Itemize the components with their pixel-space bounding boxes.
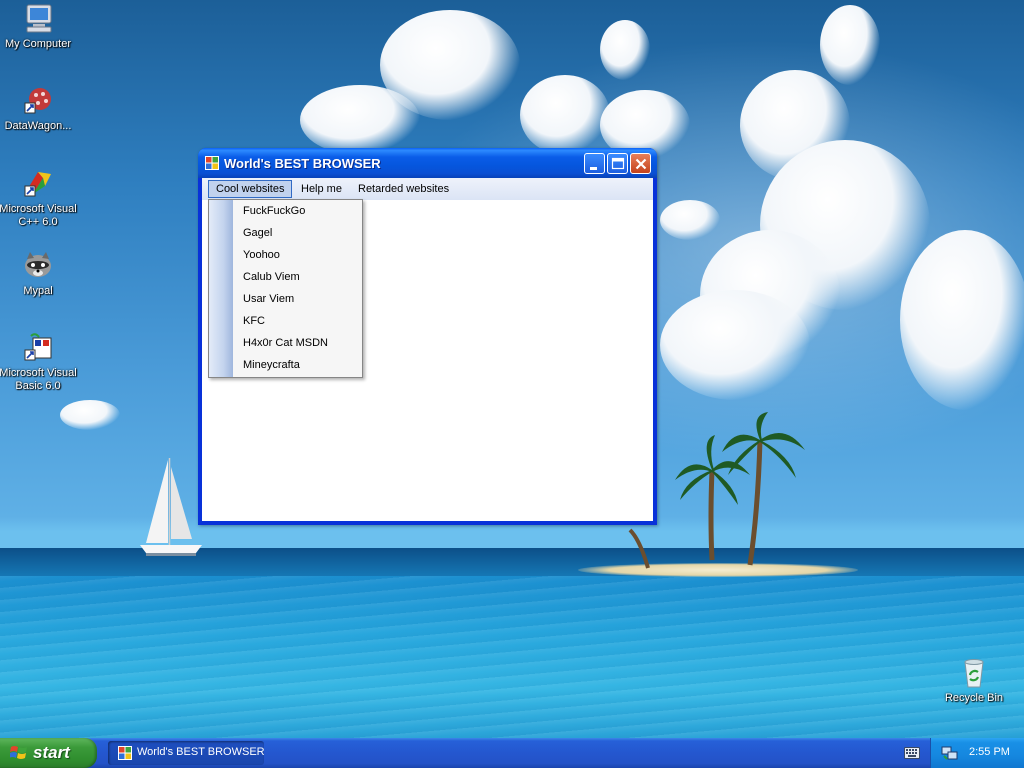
visual-cpp-icon bbox=[24, 172, 51, 197]
window-title: World's BEST BROWSER bbox=[224, 156, 381, 171]
cool-websites-dropdown: FuckFuckGo Gagel Yoohoo Calub Viem Usar … bbox=[208, 199, 363, 378]
cloud bbox=[520, 75, 610, 155]
menu-bar: Cool websites Help me Retarded websites bbox=[202, 178, 653, 200]
menu-label: Cool websites bbox=[216, 183, 285, 195]
computer-icon bbox=[26, 4, 52, 33]
desktop-icon-label: Microsoft Visual C++ 6.0 bbox=[0, 203, 77, 228]
raccoon-icon bbox=[25, 252, 51, 277]
minimize-icon bbox=[590, 167, 597, 170]
cloud bbox=[660, 290, 810, 400]
desktop-icon-label: DataWagon... bbox=[4, 120, 72, 132]
desktop-icon-label: Microsoft Visual Basic 6.0 bbox=[0, 367, 77, 392]
cloud bbox=[60, 400, 120, 430]
dropdown-item-fuckfuckgo[interactable]: FuckFuckGo bbox=[243, 200, 305, 222]
dropdown-item-calub-viem[interactable]: Calub Viem bbox=[243, 266, 300, 288]
desktop-icon-recycle-bin[interactable]: Recycle Bin bbox=[932, 657, 1016, 705]
desktop-icon-visual-cpp[interactable]: Microsoft Visual C++ 6.0 bbox=[0, 168, 80, 229]
menu-label: Retarded websites bbox=[358, 183, 450, 195]
globe-icon bbox=[24, 88, 51, 114]
visual-basic-icon bbox=[24, 333, 52, 361]
cloud bbox=[820, 5, 880, 85]
dropdown-image-margin bbox=[209, 200, 233, 377]
cloud bbox=[600, 20, 650, 80]
cloud bbox=[300, 85, 420, 155]
start-button[interactable]: start bbox=[0, 738, 97, 768]
maximize-icon bbox=[611, 157, 625, 170]
menu-label: Help me bbox=[301, 183, 342, 195]
desktop-icon-mypal[interactable]: Mypal bbox=[0, 250, 80, 298]
desktop-icon-label: Recycle Bin bbox=[944, 692, 1004, 704]
desktop-icon-label: My Computer bbox=[4, 38, 72, 50]
dropdown-item-mineycrafta[interactable]: Mineycrafta bbox=[243, 354, 300, 376]
dropdown-item-h4x0r-cat-msdn[interactable]: H4x0r Cat MSDN bbox=[243, 332, 328, 354]
recycle-bin-icon bbox=[964, 659, 984, 688]
minimize-button[interactable] bbox=[584, 153, 605, 174]
sea bbox=[0, 576, 1024, 738]
desktop-icon-visual-basic[interactable]: Microsoft Visual Basic 6.0 bbox=[0, 332, 80, 393]
start-label: start bbox=[33, 743, 70, 762]
dropdown-item-kfc[interactable]: KFC bbox=[243, 310, 265, 332]
desktop-icon-label: Mypal bbox=[23, 285, 53, 297]
windows-logo-icon bbox=[10, 746, 27, 759]
menu-cool-websites[interactable]: Cool websites bbox=[208, 180, 293, 198]
taskbar-app-worlds-best-browser[interactable]: World's BEST BROWSER bbox=[108, 741, 265, 765]
clock[interactable]: 2:55 PM bbox=[969, 746, 1010, 758]
cloud bbox=[900, 230, 1024, 410]
desktop-icon-datawagon[interactable]: DataWagon... bbox=[0, 85, 80, 133]
taskbar: start World's BEST BROWSER 2:55 PM bbox=[0, 738, 1024, 768]
keyboard-icon[interactable] bbox=[904, 747, 920, 759]
menu-help-me[interactable]: Help me bbox=[294, 180, 349, 198]
cloud bbox=[660, 200, 720, 240]
maximize-button[interactable] bbox=[607, 153, 628, 174]
dropdown-item-yoohoo[interactable]: Yoohoo bbox=[243, 244, 280, 266]
close-icon bbox=[635, 158, 647, 170]
close-button[interactable] bbox=[630, 153, 651, 174]
menu-retarded-websites[interactable]: Retarded websites bbox=[351, 180, 456, 198]
title-bar[interactable]: World's BEST BROWSER bbox=[198, 148, 657, 178]
dropdown-item-usar-viem[interactable]: Usar Viem bbox=[243, 288, 294, 310]
windows-app-icon bbox=[118, 746, 132, 760]
network-icon[interactable] bbox=[941, 746, 959, 761]
dropdown-item-gagel[interactable]: Gagel bbox=[243, 222, 272, 244]
system-tray: 2:55 PM bbox=[930, 738, 1024, 768]
windows-app-icon bbox=[205, 156, 219, 170]
taskbar-app-label: World's BEST BROWSER bbox=[137, 746, 265, 758]
desktop-icon-my-computer[interactable]: My Computer bbox=[0, 3, 80, 51]
